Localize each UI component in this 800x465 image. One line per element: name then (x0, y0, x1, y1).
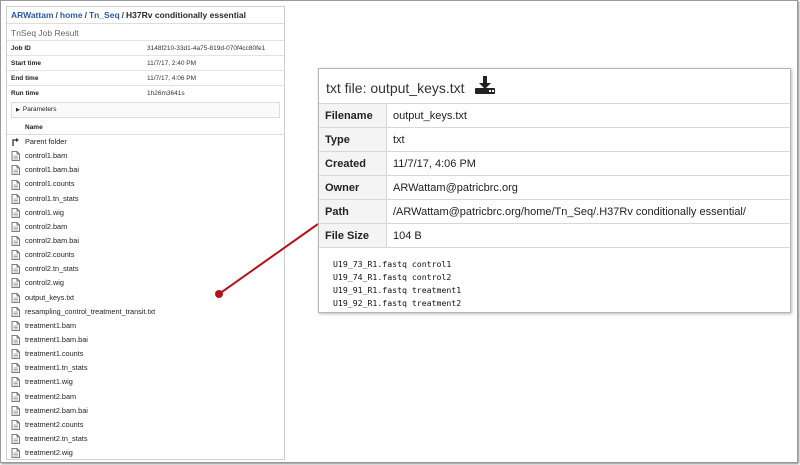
file-metadata-label: File Size (319, 223, 387, 248)
file-content-line: U19_73_R1.fastq control1 (333, 259, 452, 269)
file-metadata-value: 104 B (386, 223, 790, 248)
file-metadata-value: 11/7/17, 4:06 PM (386, 151, 790, 176)
file-content-line: U19_91_R1.fastq treatment1 (333, 285, 462, 295)
file-metadata-row: Path/ARWattam@patricbrc.org/home/Tn_Seq/… (319, 199, 790, 224)
file-metadata-label: Type (319, 127, 387, 152)
file-metadata-value: output_keys.txt (386, 103, 790, 128)
file-metadata-label: Owner (319, 175, 387, 200)
file-metadata-value: ARWattam@patricbrc.org (386, 175, 790, 200)
connector-dot (215, 290, 223, 298)
file-metadata-value: txt (386, 127, 790, 152)
file-metadata-label: Created (319, 151, 387, 176)
download-icon[interactable] (474, 70, 496, 108)
file-type-label: txt file: (326, 80, 367, 96)
file-metadata-table: Filename output_keys.txt Type txt Created 11/… (319, 103, 790, 248)
file-metadata-label: Filename (319, 103, 387, 128)
file-preview-title: txt file: output_keys.txt (319, 69, 790, 103)
file-metadata-row: Owner ARWattam@patricbrc.org (319, 175, 790, 200)
file-content-line: U19_74_R1.fastq control2 (333, 272, 452, 282)
file-preview-filename: output_keys.txt (370, 80, 465, 96)
file-metadata-row: Created 11/7/17, 4:06 PM (319, 151, 790, 176)
file-metadata-row: File Size 104 B (319, 223, 790, 248)
file-metadata-label: Path (319, 199, 387, 224)
file-metadata-row: Type txt (319, 127, 790, 152)
connector-line (218, 223, 319, 295)
file-metadata-row: Filename output_keys.txt (319, 103, 790, 128)
file-metadata-value: /ARWattam@patricbrc.org/home/Tn_Seq/.H37… (386, 199, 790, 224)
file-content-line: U19_92_R1.fastq treatment2 (333, 298, 462, 308)
file-preview-panel: txt file: output_keys.txt Filename output… (318, 68, 791, 313)
file-content-preview: U19_73_R1.fastq control1 U19_74_R1.fastq … (319, 248, 790, 310)
